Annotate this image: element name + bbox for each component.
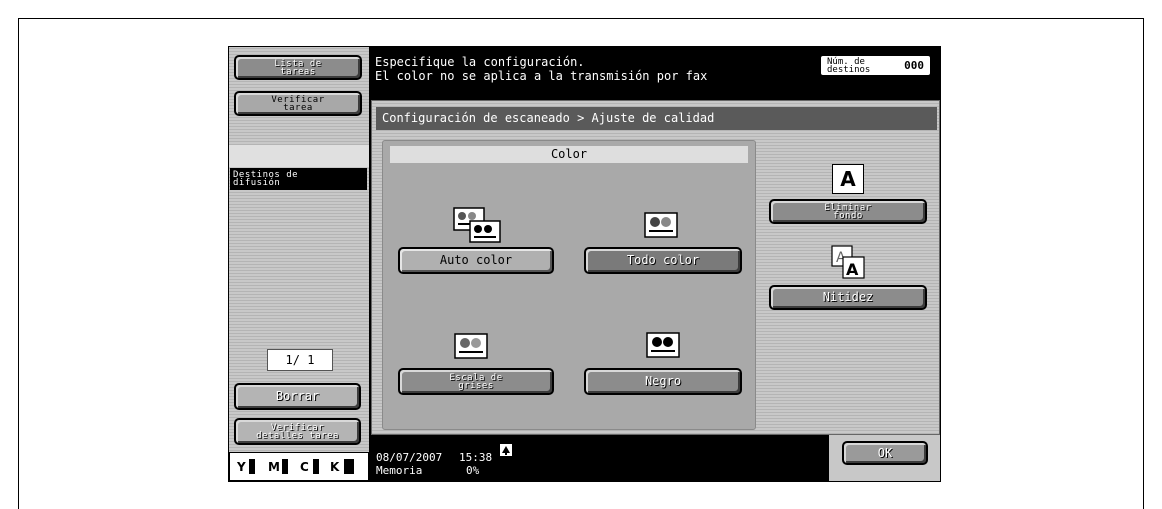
toner-m-label: M bbox=[268, 460, 280, 474]
destinations-count: 000 bbox=[904, 59, 924, 72]
full-color-icon bbox=[644, 212, 678, 238]
delete-label: Borrar bbox=[275, 389, 320, 403]
broadcast-destinations-label: Destinos de difusión bbox=[233, 170, 299, 188]
grayscale-label: Escala de grises bbox=[449, 373, 503, 391]
auto-color-icon bbox=[453, 207, 501, 243]
auto-color-button[interactable]: Auto color bbox=[398, 247, 554, 274]
toner-c-label: C bbox=[300, 460, 309, 474]
ok-button[interactable]: OK bbox=[842, 441, 928, 465]
grayscale-icon bbox=[454, 333, 488, 359]
check-job-details-button[interactable]: Verificar detalles tarea bbox=[234, 418, 361, 445]
broadcast-destinations-tab[interactable]: Destinos de difusión bbox=[230, 168, 367, 190]
network-icon bbox=[500, 444, 512, 456]
job-list-button[interactable]: Lista de tareas bbox=[234, 55, 362, 80]
destinations-counter: Núm. de destinos 000 bbox=[821, 56, 930, 75]
sharpness-label: Nitidez bbox=[822, 290, 874, 304]
sidebar-gap bbox=[229, 145, 369, 167]
message-line-2: El color no se aplica a la transmisión p… bbox=[375, 69, 708, 83]
svg-text:A: A bbox=[846, 260, 859, 279]
sharpness-icon: A A bbox=[831, 245, 865, 279]
toner-c-level bbox=[313, 459, 319, 474]
memory-label: Memoria bbox=[376, 464, 423, 477]
black-button[interactable]: Negro bbox=[584, 368, 742, 395]
page-counter: 1/ 1 bbox=[267, 349, 333, 371]
sharpness-button[interactable]: Nitidez bbox=[769, 285, 927, 310]
toner-status: Y M C K bbox=[229, 452, 369, 481]
remove-background-icon: A bbox=[832, 164, 864, 194]
message-header: Especifique la configuración. El color n… bbox=[371, 47, 940, 97]
destinations-label: Núm. de destinos bbox=[827, 57, 871, 75]
color-group-title: Color bbox=[390, 146, 748, 163]
check-job-details-label: Verificar detalles tarea bbox=[256, 423, 339, 441]
toner-k-level bbox=[344, 459, 354, 474]
auto-color-label: Auto color bbox=[439, 253, 513, 267]
ok-label: OK bbox=[877, 446, 893, 460]
black-icon bbox=[646, 332, 680, 358]
status-time: 15:38 bbox=[459, 451, 493, 464]
check-job-button[interactable]: Verificar tarea bbox=[234, 91, 362, 116]
status-date: 08/07/2007 bbox=[376, 451, 443, 464]
check-job-label: Verificar tarea bbox=[271, 95, 325, 113]
toner-y-level bbox=[249, 459, 255, 474]
toner-m-level bbox=[282, 459, 288, 474]
breadcrumb: Configuración de escaneado > Ajuste de c… bbox=[376, 107, 937, 130]
black-label: Negro bbox=[644, 374, 682, 388]
delete-button[interactable]: Borrar bbox=[234, 383, 361, 410]
memory-value: 0% bbox=[466, 464, 480, 477]
grayscale-button[interactable]: Escala de grises bbox=[398, 368, 554, 395]
full-color-button[interactable]: Todo color bbox=[584, 247, 742, 274]
remove-background-label: Eliminar fondo bbox=[824, 203, 872, 221]
job-list-label: Lista de tareas bbox=[274, 59, 322, 77]
remove-background-button[interactable]: Eliminar fondo bbox=[769, 199, 927, 224]
toner-y-label: Y bbox=[237, 460, 246, 474]
message-line-1: Especifique la configuración. bbox=[375, 55, 585, 69]
full-color-label: Todo color bbox=[626, 253, 700, 267]
toner-k-label: K bbox=[330, 460, 340, 474]
